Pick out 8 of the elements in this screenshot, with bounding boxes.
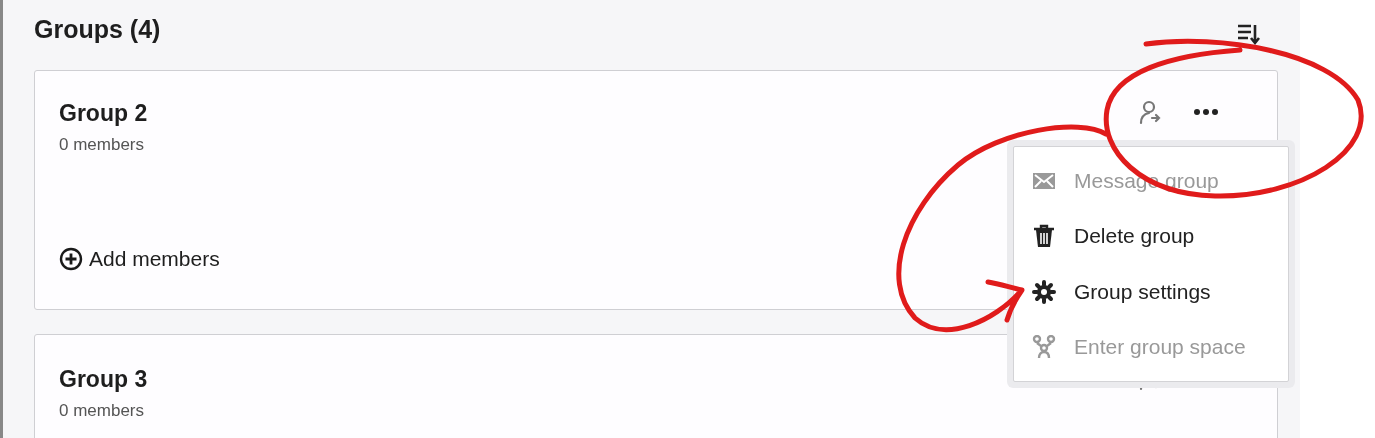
group-name: Group 3 — [59, 366, 148, 393]
menu-item[interactable]: Delete group — [1014, 208, 1288, 264]
add-members-button[interactable]: Add members — [59, 247, 220, 271]
menu-item[interactable]: Group settings — [1014, 264, 1288, 320]
member-count: 0 members — [59, 401, 146, 421]
group-name: Group 2 — [59, 100, 148, 127]
member-count: 0 members — [59, 135, 146, 155]
page-title: Groups (4) — [34, 14, 161, 44]
